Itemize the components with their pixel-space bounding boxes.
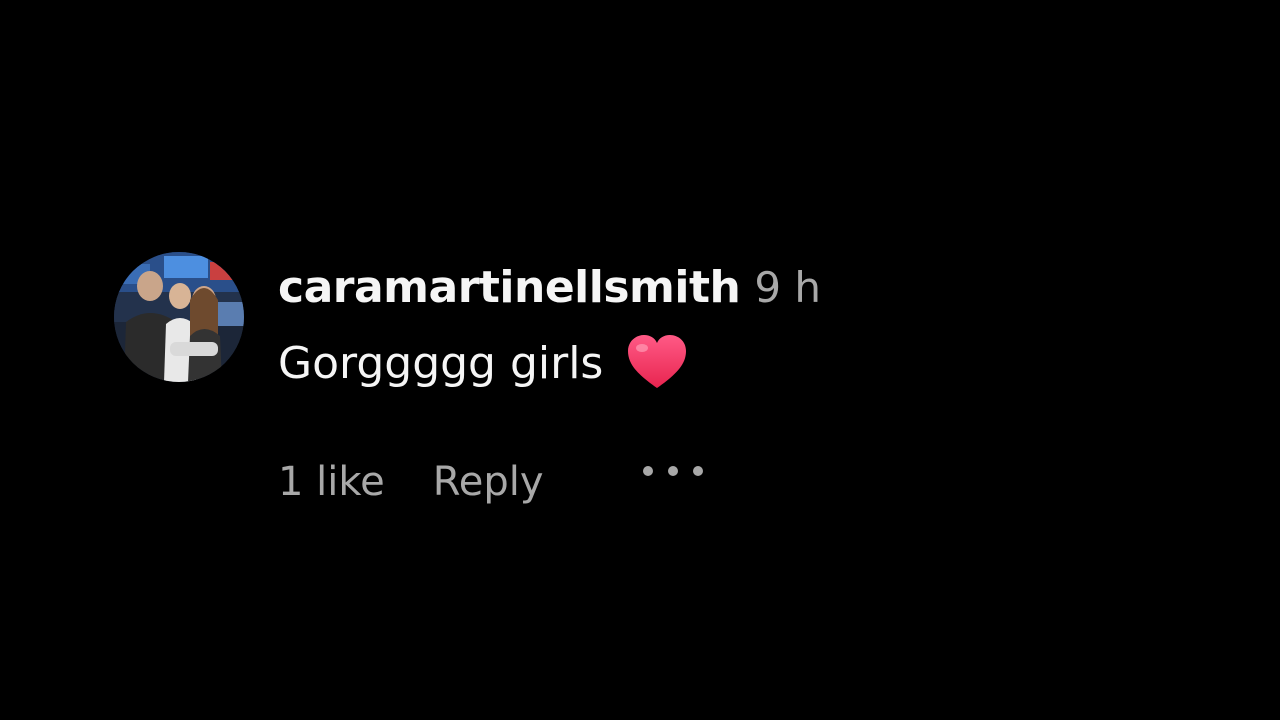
heart-emoji-icon	[627, 334, 687, 390]
comment: caramartinellsmith 9 h Gorggggg girls 1 l…	[114, 252, 914, 512]
avatar[interactable]	[114, 252, 244, 382]
comment-text-line: Gorggggg girls	[278, 332, 687, 396]
reply-button[interactable]: Reply	[433, 454, 544, 510]
comment-timestamp[interactable]: 9 h	[754, 263, 821, 312]
comment-header: caramartinellsmith 9 h	[278, 258, 821, 318]
comment-actions: 1 like Reply	[278, 440, 710, 505]
avatar-image	[114, 252, 244, 382]
likes-count[interactable]: 1 like	[278, 454, 385, 510]
username-link[interactable]: caramartinellsmith	[278, 262, 741, 313]
more-options-icon[interactable]	[640, 440, 710, 476]
comment-text: Gorggggg girls	[278, 338, 604, 389]
